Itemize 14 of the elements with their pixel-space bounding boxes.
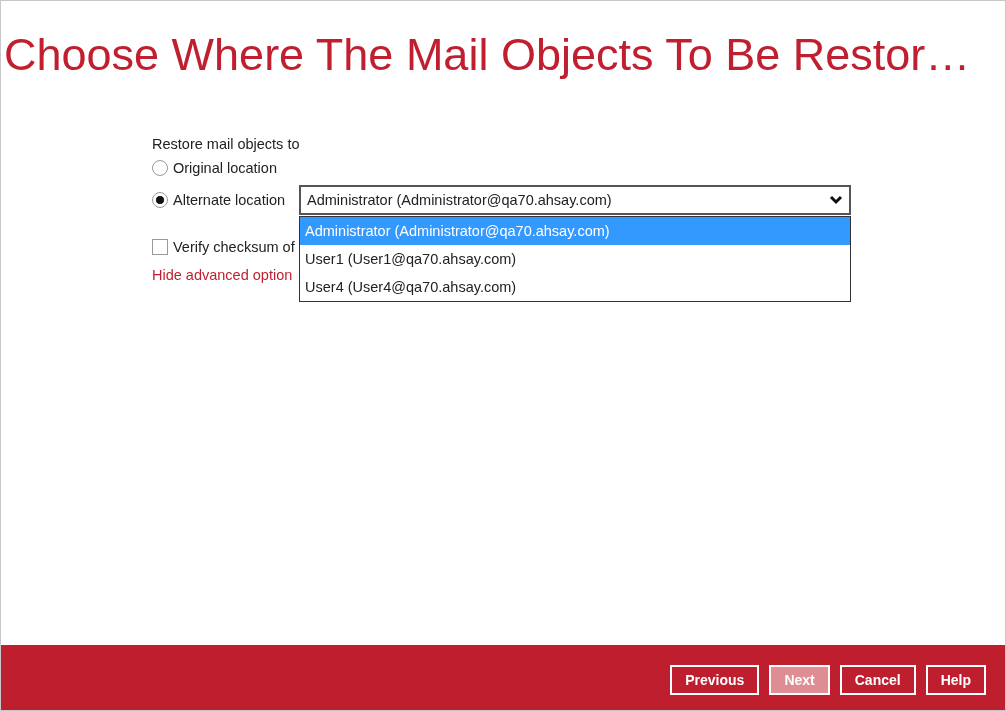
footer-button[interactable]: Help xyxy=(925,664,986,695)
dropdown-option[interactable]: User1 (User1@qa70.ahsay.com) xyxy=(300,245,851,273)
radio-label[interactable]: Original location xyxy=(173,160,277,176)
checkbox[interactable] xyxy=(152,239,168,255)
footer-button[interactable]: Previous xyxy=(670,664,760,695)
hide-advanced-option-link[interactable]: Hide advanced option xyxy=(152,265,293,285)
footer-button[interactable]: Cancel xyxy=(839,664,916,695)
restore-label: Restore mail objects to xyxy=(152,135,301,154)
radio-label[interactable]: Alternate location xyxy=(173,192,286,208)
chevron-down-icon xyxy=(829,195,844,205)
dropdown-option[interactable]: User4 (User4@qa70.ahsay.com) xyxy=(300,273,851,301)
destination-dropdown[interactable]: Administrator (Administrator@qa70.ahsay.com) xyxy=(299,185,852,215)
checkbox-label[interactable]: Verify checksum of xyxy=(173,239,295,255)
page-title: Choose Where The Mail Objects To Be Restor… xyxy=(4,28,972,82)
